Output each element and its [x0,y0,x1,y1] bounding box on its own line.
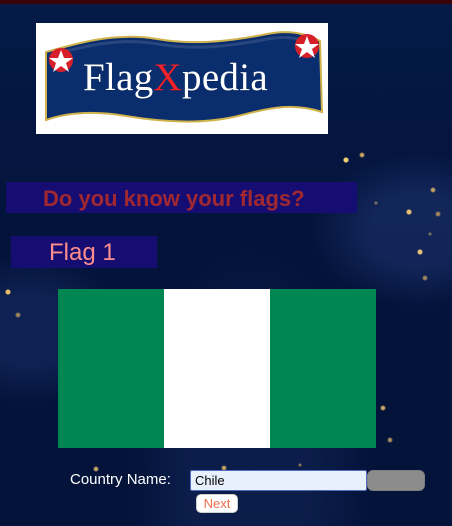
question-banner: Do you know your flags? [6,182,357,213]
flag-band-left [58,289,164,448]
logo-text-x: X [153,56,183,99]
flag-band-center [164,289,270,448]
site-logo: FlagXpedia [36,23,328,134]
left-star-icon [49,48,73,72]
country-name-input[interactable] [190,470,367,491]
flag-band-right [270,289,376,448]
logo-wordmark: FlagXpedia [83,58,268,97]
submit-button[interactable] [367,470,425,491]
right-star-icon [295,34,319,58]
flag-image [58,289,376,448]
country-name-label: Country Name: [70,471,171,488]
logo-text-after: pedia [182,56,268,99]
top-strip [0,0,452,4]
flag-number-label: Flag 1 [49,239,116,266]
logo-text-before: Flag [83,56,154,99]
flag-label-banner: Flag 1 [11,236,157,268]
question-title: Do you know your flags? [43,186,305,211]
next-button[interactable]: Next [196,494,238,513]
